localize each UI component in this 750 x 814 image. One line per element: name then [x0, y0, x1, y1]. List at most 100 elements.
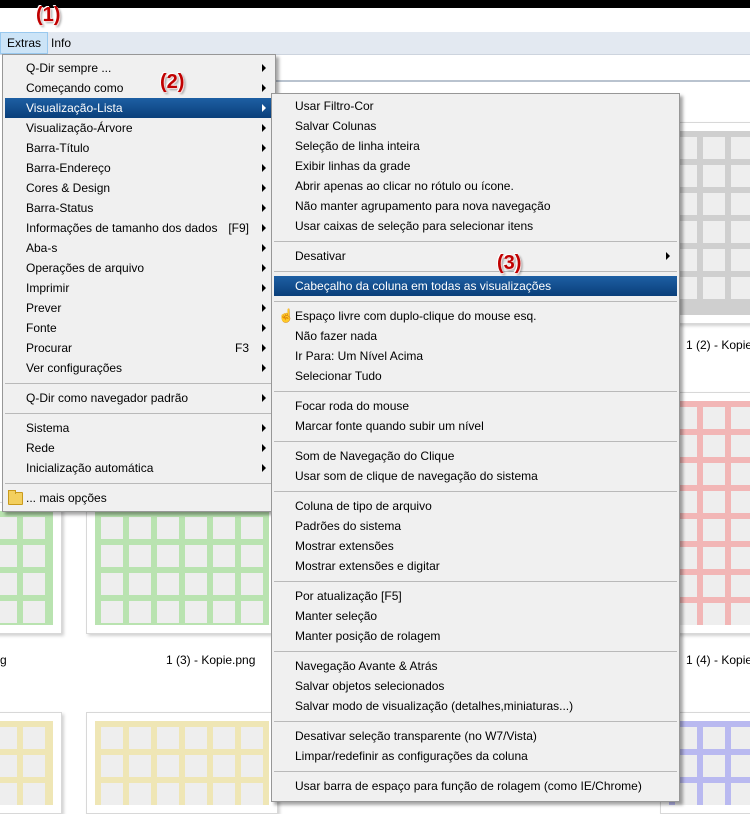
thumbnail-pattern: [0, 721, 53, 805]
menu-item-rede[interactable]: Rede: [5, 438, 273, 458]
menu-item-navegacao-avante-atras[interactable]: Navegação Avante & Atrás: [274, 656, 677, 676]
submenu-arrow-icon: [262, 124, 266, 132]
menu-separator: [274, 391, 677, 392]
annotation-2: (2): [160, 71, 185, 93]
menu-item-limpar-redefinir-as-configuracoes-da-col[interactable]: Limpar/redefinir as configurações da col…: [274, 746, 677, 766]
menu-item-salvar-objetos-selecionados[interactable]: Salvar objetos selecionados: [274, 676, 677, 696]
menu-item-informacoes-de-tamanho-dos-dados[interactable]: Informações de tamanho dos dados [F9]: [5, 218, 273, 238]
menu-item-abrir-apenas-ao-clicar-no-rotulo-ou-icon[interactable]: Abrir apenas ao clicar no rótulo ou ícon…: [274, 176, 677, 196]
menu-item-inicializacao-automatica[interactable]: Inicialização automática: [5, 458, 273, 478]
menu-item-padroes-do-sistema[interactable]: Padrões do sistema: [274, 516, 677, 536]
thumbnail-pattern: [669, 401, 750, 625]
menu-item-coluna-de-tipo-de-arquivo[interactable]: Coluna de tipo de arquivo: [274, 496, 677, 516]
submenu-arrow-icon: [262, 284, 266, 292]
menu-item-mostrar-extensoes[interactable]: Mostrar extensões: [274, 536, 677, 556]
menu-item-label: Fonte: [26, 321, 57, 335]
menu-separator: [5, 483, 273, 484]
menu-item-cabecalho-da-coluna-em-todas-as-visualiz[interactable]: Cabeçalho da coluna em todas as visualiz…: [274, 276, 677, 296]
menu-separator: [274, 771, 677, 772]
submenu-arrow-icon: [262, 394, 266, 402]
menu-item-label: Desativar seleção transparente (no W7/Vi…: [295, 729, 537, 743]
menu-item-label: Som de Navegação do Clique: [295, 449, 455, 463]
menu-item-label: Não fazer nada: [295, 329, 378, 343]
menu-item-barra-endereco[interactable]: Barra-Endereço: [5, 158, 273, 178]
thumbnail-pattern: [95, 511, 269, 625]
thumbnail-image[interactable]: [86, 712, 278, 814]
menu-extras[interactable]: Extras: [0, 32, 49, 54]
menu-separator: [274, 271, 677, 272]
menu-item-q-dir-como-navegador-padrao[interactable]: Q-Dir como navegador padrão: [5, 388, 273, 408]
menu-item-shortcut: F3: [234, 341, 249, 355]
menu-item-label: Mostrar extensões e digitar: [295, 559, 440, 573]
menu-item-usar-som-de-clique-de-navegacao-do-siste[interactable]: Usar som de clique de navegação do siste…: [274, 466, 677, 486]
menu-item-selecao-de-linha-inteira[interactable]: Seleção de linha inteira: [274, 136, 677, 156]
menu-item-desativar[interactable]: Desativar: [274, 246, 677, 266]
thumbnail-pattern: [669, 131, 750, 315]
submenu-arrow-icon: [262, 64, 266, 72]
menu-item-label: Seleção de linha inteira: [295, 139, 420, 153]
menu-item-usar-barra-de-espaco-para-funcao-de-rola[interactable]: Usar barra de espaço para função de rola…: [274, 776, 677, 796]
thumbnail-image[interactable]: [0, 712, 62, 814]
submenu-arrow-icon: [262, 224, 266, 232]
menu-item-usar-caixas-de-selecao-para-selecionar-i[interactable]: Usar caixas de seleção para selecionar i…: [274, 216, 677, 236]
menu-item-imprimir[interactable]: Imprimir: [5, 278, 273, 298]
menu-item-focar-roda-do-mouse[interactable]: Focar roda do mouse: [274, 396, 677, 416]
menu-item-label: Coluna de tipo de arquivo: [295, 499, 432, 513]
menu-item-nao-fazer-nada[interactable]: Não fazer nada: [274, 326, 677, 346]
menu-item-label: ... mais opções: [26, 491, 107, 505]
menu-item-label: Visualização-Árvore: [26, 121, 133, 135]
menu-item-salvar-colunas[interactable]: Salvar Colunas: [274, 116, 677, 136]
menu-item-operacoes-de-arquivo[interactable]: Operações de arquivo: [5, 258, 273, 278]
menu-item-label: Usar barra de espaço para função de rola…: [295, 779, 642, 793]
menu-item-marcar-fonte-quando-subir-um-nivel[interactable]: Marcar fonte quando subir um nível: [274, 416, 677, 436]
menu-info[interactable]: Info: [45, 32, 77, 54]
menu-item-q-dir-sempre[interactable]: Q-Dir sempre ...: [5, 58, 273, 78]
menu-item-salvar-modo-de-visualizacao-detalhes-min[interactable]: Salvar modo de visualização (detalhes,mi…: [274, 696, 677, 716]
menu-item-label: Ir Para: Um Nível Acima: [295, 349, 424, 363]
menu-item-barra-status[interactable]: Barra-Status: [5, 198, 273, 218]
menu-item-prever[interactable]: Prever: [5, 298, 273, 318]
thumbnail-caption[interactable]: 1 (2) - Kopie: [686, 338, 750, 352]
menu-item-desativar-selecao-transparente-no-w7-vis[interactable]: Desativar seleção transparente (no W7/Vi…: [274, 726, 677, 746]
menu-item-comecando-como[interactable]: Começando como: [5, 78, 273, 98]
address-bar-background: [270, 58, 750, 82]
thumbnail-caption[interactable]: g: [0, 653, 7, 667]
menu-item-label: Não manter agrupamento para nova navegaç…: [295, 199, 551, 213]
menu-item-cores-design[interactable]: Cores & Design: [5, 178, 273, 198]
menu-item-visualizacao-lista[interactable]: Visualização-Lista: [5, 98, 273, 118]
menu-item-barra-titulo[interactable]: Barra-Título: [5, 138, 273, 158]
menu-item-mostrar-extensoes-e-digitar[interactable]: Mostrar extensões e digitar: [274, 556, 677, 576]
menu-item-ir-para-um-nivel-acima[interactable]: Ir Para: Um Nível Acima: [274, 346, 677, 366]
menu-item-exibir-linhas-da-grade[interactable]: Exibir linhas da grade: [274, 156, 677, 176]
menu-item-ver-configuracoes[interactable]: Ver configurações: [5, 358, 273, 378]
menu-item-selecionar-tudo[interactable]: Selecionar Tudo: [274, 366, 677, 386]
submenu-arrow-icon: [262, 304, 266, 312]
menu-item-label: Salvar objetos selecionados: [295, 679, 445, 693]
menu-item-manter-posicao-de-rolagem[interactable]: Manter posição de rolagem: [274, 626, 677, 646]
menu-bar: Extras Info: [0, 32, 750, 55]
thumbnail-caption[interactable]: 1 (3) - Kopie.png: [166, 653, 255, 667]
thumbnail-pattern: [669, 721, 750, 805]
menu-item-nao-manter-agrupamento-para-nova-navegac[interactable]: Não manter agrupamento para nova navegaç…: [274, 196, 677, 216]
thumbnail-caption[interactable]: 1 (4) - Kopie: [686, 653, 750, 667]
menu-item-label: Operações de arquivo: [26, 261, 145, 275]
menu-item-espaco-livre-com-duplo-clique-do-mouse-e[interactable]: ☝ Espaço livre com duplo-clique do mouse …: [274, 306, 677, 326]
menu-item-mais-opcoes[interactable]: ... mais opções: [5, 488, 273, 508]
menu-item-som-de-navegacao-do-clique[interactable]: Som de Navegação do Clique: [274, 446, 677, 466]
thumbnail-image[interactable]: [86, 502, 278, 634]
menu-item-visualizacao-arvore[interactable]: Visualização-Árvore: [5, 118, 273, 138]
submenu-arrow-icon: [262, 424, 266, 432]
menu-item-manter-selecao[interactable]: Manter seleção: [274, 606, 677, 626]
menu-separator: [274, 581, 677, 582]
menu-item-label: Cabeçalho da coluna em todas as visualiz…: [295, 279, 552, 293]
menu-item-sistema[interactable]: Sistema: [5, 418, 273, 438]
menu-item-aba-s[interactable]: Aba-s: [5, 238, 273, 258]
annotation-1: (1): [36, 4, 61, 26]
menu-item-usar-filtro-cor[interactable]: Usar Filtro-Cor: [274, 96, 677, 116]
hand-cursor-icon: ☝: [278, 308, 295, 323]
menu-separator: [5, 413, 273, 414]
thumbnail-image[interactable]: [0, 502, 62, 634]
menu-item-fonte[interactable]: Fonte: [5, 318, 273, 338]
menu-item-por-atualizacao-f5[interactable]: Por atualização [F5]: [274, 586, 677, 606]
menu-item-procurar[interactable]: Procurar F3: [5, 338, 273, 358]
